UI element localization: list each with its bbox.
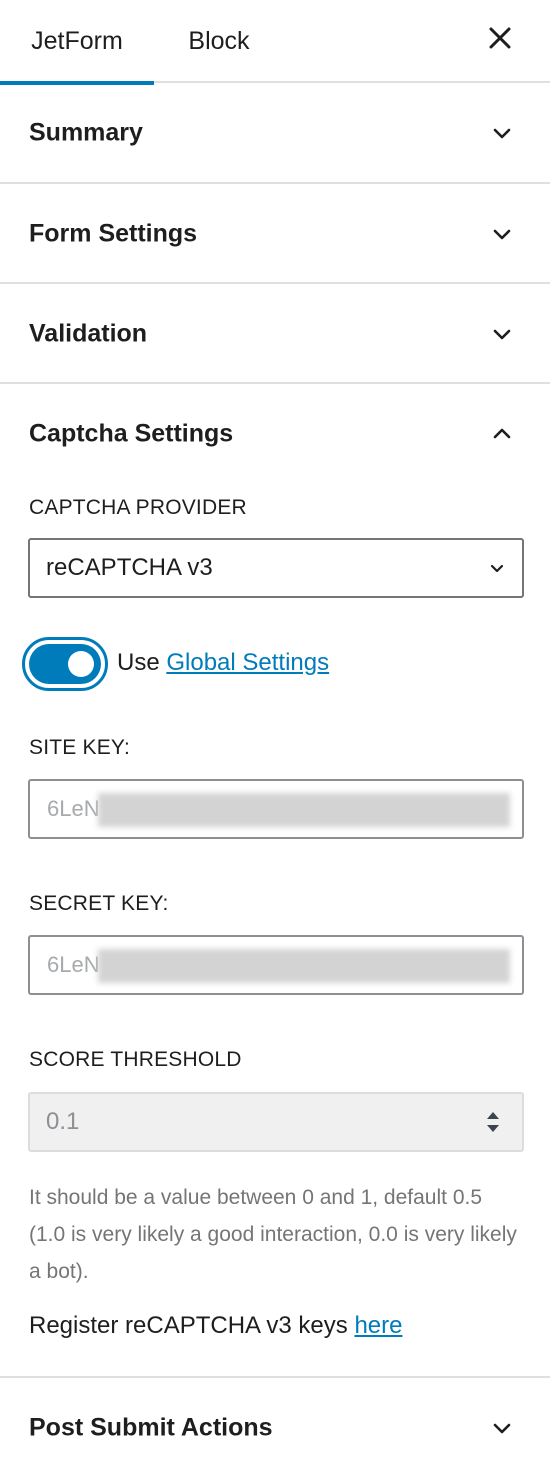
panel-title: Validation <box>29 319 148 348</box>
chevron-down-icon <box>493 128 511 139</box>
panel-summary: Summary <box>0 83 550 184</box>
use-global-settings-toggle[interactable] <box>22 637 108 691</box>
site-key-input[interactable]: 6LeN <box>28 779 524 839</box>
panel-captcha-settings-toggle[interactable]: Captcha Settings <box>0 384 550 484</box>
toggle-knob <box>68 651 94 677</box>
use-text: Use <box>117 649 160 676</box>
panel-title: Form Settings <box>29 219 198 248</box>
use-global-settings-label: Use Global Settings <box>117 649 329 677</box>
captcha-provider-value: reCAPTCHA v3 <box>46 554 213 581</box>
panel-form-settings: Form Settings <box>0 184 550 284</box>
secret-key-value: 6LeN <box>47 952 100 977</box>
chevron-down-icon <box>490 564 504 573</box>
score-threshold-value: 0.1 <box>46 1108 80 1135</box>
register-keys-link[interactable]: here <box>354 1312 402 1339</box>
captcha-provider-select[interactable]: reCAPTCHA v3 <box>28 538 524 598</box>
panel-validation-toggle[interactable]: Validation <box>0 284 550 384</box>
chevron-down-icon <box>493 229 511 240</box>
panel-summary-toggle[interactable]: Summary <box>0 83 550 183</box>
secret-key-label: SECRET KEY: <box>29 892 169 915</box>
panel-form-settings-toggle[interactable]: Form Settings <box>0 184 550 284</box>
site-key-value: 6LeN <box>47 796 100 821</box>
register-text: Register reCAPTCHA v3 keys <box>29 1312 348 1339</box>
redaction-blur <box>98 949 510 983</box>
site-key-label: SITE KEY: <box>29 736 131 759</box>
panel-post-submit-actions: Post Submit Actions <box>0 1378 550 1470</box>
secret-key-input[interactable]: 6LeN <box>28 935 524 995</box>
panel-title: Post Submit Actions <box>29 1413 273 1442</box>
close-icon <box>489 27 511 49</box>
panel-captcha-settings: Captcha Settings CAPTCHA PROVIDER reCAPT… <box>0 384 550 1378</box>
global-settings-link[interactable]: Global Settings <box>166 649 329 676</box>
chevron-down-icon <box>493 1423 511 1434</box>
tab-block[interactable]: Block <box>156 0 282 83</box>
tab-jetform[interactable]: JetForm <box>0 0 154 85</box>
captcha-provider-label: CAPTCHA PROVIDER <box>29 496 247 519</box>
chevron-down-icon <box>493 329 511 340</box>
panel-title: Summary <box>29 118 143 147</box>
close-button[interactable] <box>480 18 520 58</box>
register-keys-text: Register reCAPTCHA v3 keys here <box>29 1312 402 1340</box>
chevron-up-icon <box>493 428 511 439</box>
spinner-icon[interactable] <box>486 1108 500 1136</box>
score-threshold-input[interactable]: 0.1 <box>28 1092 524 1152</box>
sidebar-tabs: JetForm Block <box>0 0 550 85</box>
panel-title: Captcha Settings <box>29 419 234 448</box>
score-threshold-label: SCORE THRESHOLD <box>29 1048 242 1071</box>
toggle-track <box>29 644 101 684</box>
panel-post-submit-actions-toggle[interactable]: Post Submit Actions <box>0 1378 550 1470</box>
score-threshold-help: It should be a value between 0 and 1, de… <box>29 1186 517 1283</box>
redaction-blur <box>98 793 510 827</box>
panel-validation: Validation <box>0 284 550 384</box>
